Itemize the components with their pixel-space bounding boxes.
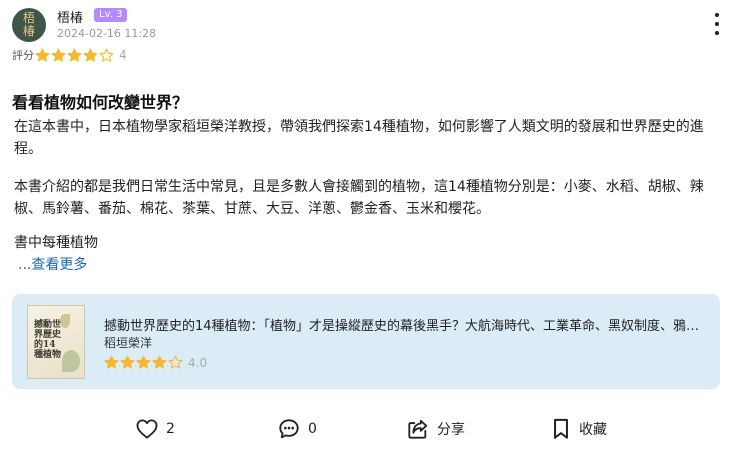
rating-value: 4 xyxy=(119,48,127,62)
comment-button[interactable]: 0 xyxy=(278,418,317,440)
level-badge: Lv. 3 xyxy=(94,8,128,22)
share-label: 分享 xyxy=(437,422,465,438)
book-cover-text: 撼動世界歷史的14種植物 xyxy=(34,320,62,360)
book-card[interactable]: 撼動世界歷史的14種植物 撼動世界歷史的14種植物：「植物」才是操縱歷史的幕後黑… xyxy=(12,294,720,389)
star-filled-icon xyxy=(104,355,119,369)
book-cover: 撼動世界歷史的14種植物 xyxy=(27,305,85,379)
post-paragraph-3: 書中每種植物 xyxy=(14,235,98,251)
heart-icon xyxy=(136,419,158,439)
like-count: 2 xyxy=(166,421,175,437)
favorite-button[interactable]: 收藏 xyxy=(551,418,607,440)
read-more-link[interactable]: ...查看更多 xyxy=(18,254,87,274)
book-rating: 4.0 xyxy=(104,355,207,370)
chat-bubble-icon xyxy=(279,419,299,439)
book-rating-value: 4.0 xyxy=(188,355,208,370)
post-paragraph-2: 本書介紹的都是我們日常生活中常見，且是多數人會接觸到的植物，這14種植物分別是：… xyxy=(14,179,704,217)
bookmark-icon xyxy=(554,418,568,439)
share-button[interactable]: 分享 xyxy=(407,418,465,440)
star-filled-icon xyxy=(35,48,50,62)
star-empty-icon xyxy=(99,48,114,62)
star-filled-icon xyxy=(83,48,98,62)
star-filled-icon xyxy=(136,355,151,369)
book-author: 稻垣榮洋 xyxy=(104,336,153,350)
review-card: 梧椿 梧椿 Lv. 3 2024-02-16 11:28 評分 4 看看植物如何… xyxy=(0,0,740,452)
star-empty-icon xyxy=(168,355,183,369)
avatar-text: 梧椿 xyxy=(22,11,35,38)
username[interactable]: 梧椿 xyxy=(57,7,83,26)
avatar[interactable]: 梧椿 xyxy=(12,8,46,42)
post-title: 看看植物如何改變世界？ xyxy=(12,93,189,112)
post-paragraph-1: 在這本書中，日本植物學家稻垣榮洋教授，帶領我們探索14種植物，如何影響了人類文明… xyxy=(14,119,704,157)
favorite-label: 收藏 xyxy=(579,422,607,438)
star-filled-icon xyxy=(51,48,66,62)
star-filled-icon xyxy=(120,355,135,369)
rating-label: 評分 xyxy=(12,49,34,62)
user-rating: 評分 4 xyxy=(12,47,127,63)
star-filled-icon xyxy=(67,48,82,62)
rating-stars xyxy=(35,48,115,63)
star-filled-icon xyxy=(152,355,167,369)
comment-count: 0 xyxy=(308,421,317,437)
like-button[interactable]: 2 xyxy=(136,418,175,440)
more-options-icon[interactable] xyxy=(708,12,726,36)
share-arrow-icon xyxy=(408,419,428,439)
book-title: 撼動世界歷史的14種植物：「植物」才是操縱歷史的幕後黑手？大航海時代、工業革命、… xyxy=(104,319,704,334)
book-rating-stars xyxy=(104,355,184,370)
post-timestamp: 2024-02-16 11:28 xyxy=(57,27,157,40)
